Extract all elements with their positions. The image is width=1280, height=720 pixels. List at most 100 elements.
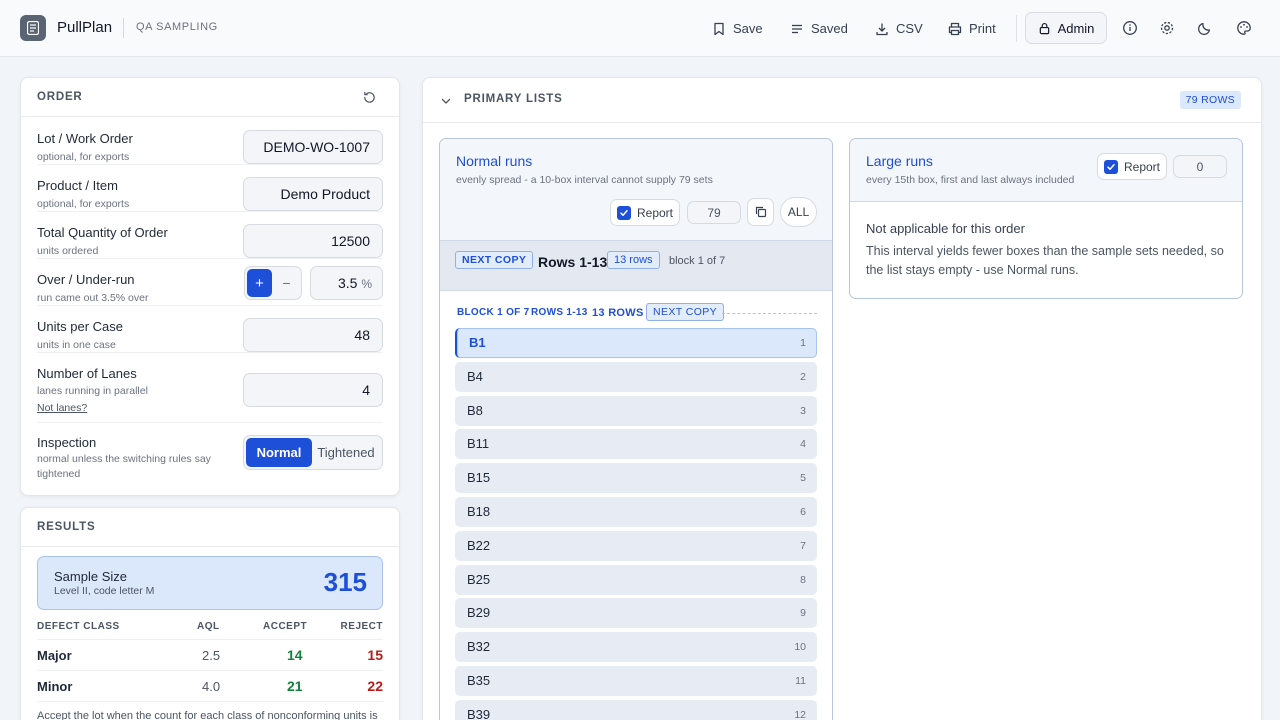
bookmark-icon: [714, 22, 724, 35]
download-icon: [876, 23, 888, 35]
header-aql: AQL: [197, 621, 220, 632]
gear-icon[interactable]: [1159, 20, 1175, 36]
admin-button[interactable]: Admin: [1025, 12, 1107, 44]
lanes-input[interactable]: 4: [243, 373, 383, 407]
list-item[interactable]: B18 6: [455, 497, 817, 527]
print-button[interactable]: Print: [948, 14, 996, 43]
current-block-bar: NEXT COPY Rows 1-13 13 rows block 1 of 7: [440, 240, 832, 291]
reset-icon[interactable]: [362, 90, 377, 105]
save-button[interactable]: Save: [712, 14, 763, 43]
copy-button[interactable]: [747, 198, 774, 226]
order-card: ORDER Lot / Work Order optional, for exp…: [20, 77, 400, 496]
field-label: Lot / Work Order: [37, 131, 133, 146]
results-card: RESULTS Sample Size Level II, code lette…: [20, 507, 400, 720]
field-hint: optional, for exports: [37, 198, 130, 210]
item-name: B29: [467, 605, 491, 621]
overrun-stepper: + −: [244, 266, 302, 300]
defect-class: Major: [37, 648, 72, 663]
list-item[interactable]: B4 2: [455, 361, 817, 392]
decrement-button[interactable]: −: [274, 269, 299, 297]
primary-lists-title: PRIMARY LISTS: [464, 93, 563, 105]
normal-runs-card: Normal runs evenly spread - a 10-box int…: [439, 138, 833, 720]
field-label: Units per Case: [37, 319, 123, 334]
field-hint: run came out 3.5% over: [37, 292, 149, 304]
list-item[interactable]: B1 1: [455, 328, 817, 358]
field-label: Product / Item: [37, 178, 118, 193]
item-name: B25: [467, 571, 491, 587]
list-item[interactable]: B32 10: [455, 632, 817, 663]
info-icon[interactable]: [1122, 20, 1138, 36]
palette-icon[interactable]: [1236, 20, 1252, 36]
defect-class: Minor: [37, 679, 73, 694]
item-index: 2: [800, 370, 806, 383]
overrun-input[interactable]: 3.5 %: [310, 266, 383, 300]
increment-button[interactable]: +: [247, 269, 272, 297]
divider-count: 13 ROWS: [592, 307, 644, 319]
list-item[interactable]: B29 9: [455, 598, 817, 629]
inspection-tightened[interactable]: Tightened: [312, 438, 380, 467]
saved-button[interactable]: Saved: [790, 14, 848, 43]
table-header: DEFECT CLASS AQL ACCEPT REJECT: [37, 614, 383, 640]
list-item[interactable]: B11 4: [455, 429, 817, 460]
normal-count-input[interactable]: 79: [687, 201, 741, 224]
divider-rows: ROWS 1-13: [531, 307, 588, 318]
large-count-input[interactable]: 0: [1173, 155, 1227, 178]
sample-size-value: 315: [323, 567, 367, 597]
large-runs-title: Large runs: [866, 153, 933, 169]
primary-lists-card: PRIMARY LISTS 79 ROWS Normal runs evenly…: [422, 77, 1262, 720]
item-index: 10: [794, 641, 806, 654]
sample-size-sub: Level II, code letter M: [54, 585, 155, 597]
divider-line: [722, 313, 817, 314]
csv-button[interactable]: CSV: [875, 14, 923, 43]
item-index: 12: [794, 708, 806, 720]
list-item[interactable]: B15 5: [455, 463, 817, 494]
field-quantity: Total Quantity of Order units ordered 12…: [37, 212, 383, 259]
item-index: 3: [800, 404, 806, 417]
header-accept: ACCEPT: [263, 621, 308, 632]
large-report-toggle[interactable]: Report: [1097, 153, 1167, 180]
sample-size-box: Sample Size Level II, code letter M 315: [37, 556, 383, 610]
accept-value: 21: [287, 678, 303, 694]
order-header: ORDER: [21, 78, 399, 117]
accept-value: 14: [287, 647, 303, 663]
field-lot: Lot / Work Order optional, for exports D…: [37, 118, 383, 165]
all-button[interactable]: ALL: [780, 197, 817, 227]
product-input[interactable]: Demo Product: [243, 177, 383, 211]
list-item[interactable]: B35 11: [455, 666, 817, 696]
quantity-input[interactable]: 12500: [243, 224, 383, 258]
field-label: Over / Under-run: [37, 272, 135, 287]
list-item[interactable]: B25 8: [455, 564, 817, 595]
lock-icon: [1039, 22, 1049, 34]
item-index: 6: [800, 506, 806, 518]
printer-icon: [948, 22, 962, 35]
list-item[interactable]: B39 12: [455, 699, 817, 720]
aql-value: 4.0: [202, 679, 221, 694]
list-item[interactable]: B8 3: [455, 395, 817, 426]
not-applicable-text: This interval yields fewer boxes than th…: [866, 244, 1224, 277]
brand-divider: [123, 18, 124, 38]
reject-value: 15: [367, 647, 383, 663]
field-hint: units in one case: [37, 339, 116, 351]
not-applicable-title: Not applicable for this order: [866, 221, 1025, 236]
large-runs-header: Large runs every 15th box, first and las…: [850, 139, 1242, 202]
large-runs-card: Large runs every 15th box, first and las…: [849, 138, 1243, 299]
top-bar: PullPlan QA SAMPLING Save Saved CSV Prin…: [0, 0, 1280, 57]
list-item[interactable]: B22 7: [455, 530, 817, 561]
lot-input[interactable]: DEMO-WO-1007: [243, 130, 383, 164]
toolbar-divider: [1016, 15, 1017, 42]
normal-runs-header: Normal runs evenly spread - a 10-box int…: [440, 139, 832, 240]
moon-icon[interactable]: [1197, 20, 1213, 36]
item-index: 11: [795, 675, 806, 687]
overrun-value: 3.5: [337, 275, 358, 291]
normal-report-toggle[interactable]: Report: [610, 199, 680, 226]
table-row: Minor 4.0 21 22: [37, 671, 383, 702]
item-name: B35: [467, 673, 491, 688]
units-per-case-input[interactable]: 48: [243, 318, 383, 352]
not-lanes-link[interactable]: Not lanes?: [37, 402, 87, 414]
primary-lists-header[interactable]: PRIMARY LISTS 79 ROWS: [423, 78, 1261, 123]
inspection-normal[interactable]: Normal: [246, 438, 312, 467]
rows-range: Rows 1-13: [538, 254, 608, 270]
table-row: Major 2.5 14 15: [37, 640, 383, 671]
print-label: Print: [969, 21, 996, 36]
item-name: B11: [467, 436, 490, 452]
